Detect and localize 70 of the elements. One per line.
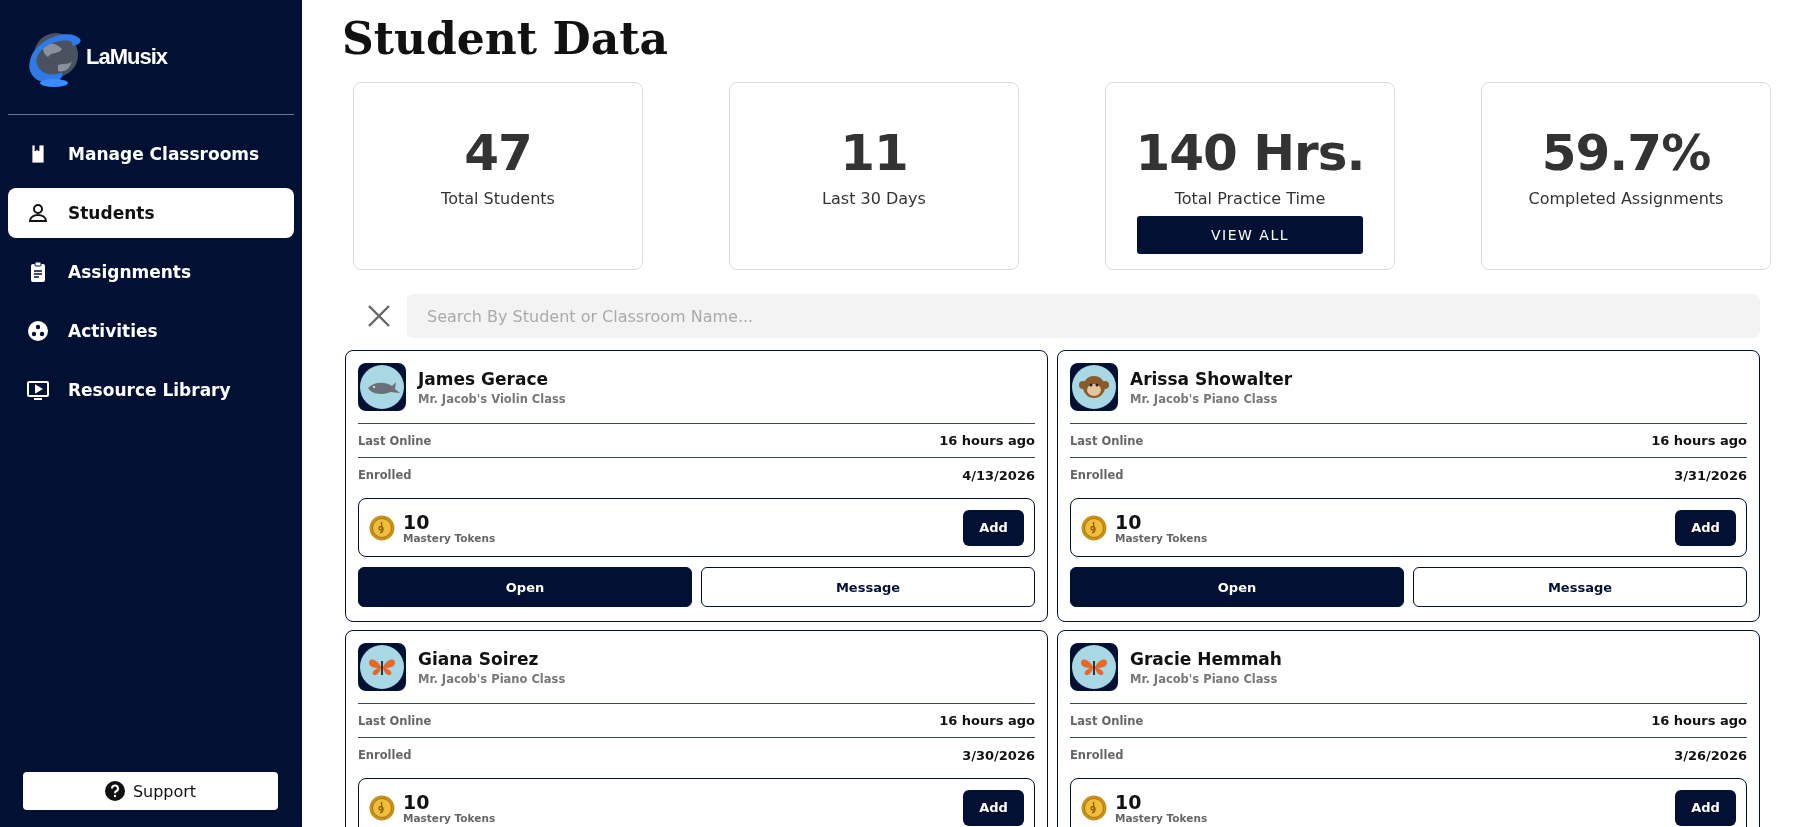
close-icon[interactable] [367, 304, 391, 328]
search-field[interactable]: Search By Student or Classroom Name... [407, 294, 1760, 338]
monkey-avatar-icon [1070, 363, 1118, 411]
info-value: 16 hours ago [939, 713, 1035, 728]
info-value: 3/26/2026 [1674, 747, 1747, 763]
token-count: 10 [1115, 791, 1143, 812]
token-label: Mastery Tokens [403, 811, 496, 824]
stat-value: 47 [464, 125, 532, 181]
info-value: 4/13/2026 [962, 467, 1035, 483]
add-button[interactable]: Add [1675, 789, 1736, 826]
person-icon [26, 201, 50, 225]
coin-icon [369, 794, 395, 821]
token-count: 10 [403, 791, 431, 812]
token-label: Mastery Tokens [1115, 811, 1208, 824]
student-name: Giana Soirez [418, 648, 540, 669]
add-button[interactable]: Add [963, 509, 1024, 546]
info-label: Last Online [1070, 433, 1144, 448]
info-label: Enrolled [358, 748, 412, 762]
info-label: Last Online [358, 713, 432, 728]
support-button[interactable]: Support [23, 772, 278, 810]
token-count: 10 [403, 511, 431, 532]
stat-label: Completed Assignments [1528, 189, 1724, 208]
token-label: Mastery Tokens [403, 531, 496, 544]
add-button[interactable]: Add [963, 789, 1024, 826]
info-label: Enrolled [1070, 748, 1124, 762]
play-screen-icon [26, 378, 50, 402]
page-title: Student Data [342, 12, 669, 66]
open-button[interactable]: Open [1070, 567, 1404, 607]
info-label: Enrolled [1070, 468, 1124, 482]
stat-label: Total Students [441, 189, 555, 208]
view-all-button[interactable]: VIEW ALL [1137, 216, 1363, 254]
logo-text: LaMusix [86, 44, 168, 70]
coin-icon [369, 514, 395, 541]
sidebar-item[interactable]: Students [8, 188, 294, 238]
info-value: 16 hours ago [939, 433, 1035, 448]
info-value: 16 hours ago [1651, 433, 1747, 448]
stat-value: 59.7% [1541, 125, 1711, 181]
student-name: Arissa Showalter [1130, 368, 1293, 389]
info-label: Last Online [358, 433, 432, 448]
sidebar-item[interactable]: Resource Library [8, 365, 294, 415]
student-name: Gracie Hemmah [1130, 648, 1282, 669]
token-count: 10 [1115, 511, 1143, 532]
add-button[interactable]: Add [1675, 509, 1736, 546]
stat-label: Last 30 Days [822, 189, 926, 208]
class-name: Mr. Jacob's Piano Class [1130, 671, 1279, 686]
stat-value: 140 Hrs. [1135, 125, 1365, 181]
sidebar-item[interactable]: Manage Classrooms [8, 129, 294, 179]
info-label: Last Online [1070, 713, 1144, 728]
class-name: Mr. Jacob's Piano Class [1130, 391, 1279, 406]
class-name: Mr. Jacob's Violin Class [418, 391, 566, 406]
stat-label: Total Practice Time [1174, 189, 1326, 208]
help-icon [104, 781, 125, 801]
dots-circle-icon [26, 319, 50, 343]
coin-icon [1081, 514, 1107, 541]
stat-value: 11 [840, 125, 908, 181]
class-name: Mr. Jacob's Piano Class [418, 671, 566, 686]
info-value: 16 hours ago [1651, 713, 1747, 728]
info-value: 3/31/2026 [1674, 467, 1747, 483]
sidebar-item[interactable]: Activities [8, 306, 294, 356]
student-name: James Gerace [418, 368, 550, 389]
token-label: Mastery Tokens [1115, 531, 1208, 544]
butterfly-avatar-icon [358, 643, 406, 691]
sidebar-item[interactable]: Assignments [8, 247, 294, 297]
info-value: 3/30/2026 [962, 747, 1035, 763]
butterfly-avatar-icon [1070, 643, 1118, 691]
info-label: Enrolled [358, 468, 412, 482]
open-button[interactable]: Open [358, 567, 692, 607]
message-button[interactable]: Message [701, 567, 1035, 607]
message-button[interactable]: Message [1413, 567, 1747, 607]
coin-icon [1081, 794, 1107, 821]
